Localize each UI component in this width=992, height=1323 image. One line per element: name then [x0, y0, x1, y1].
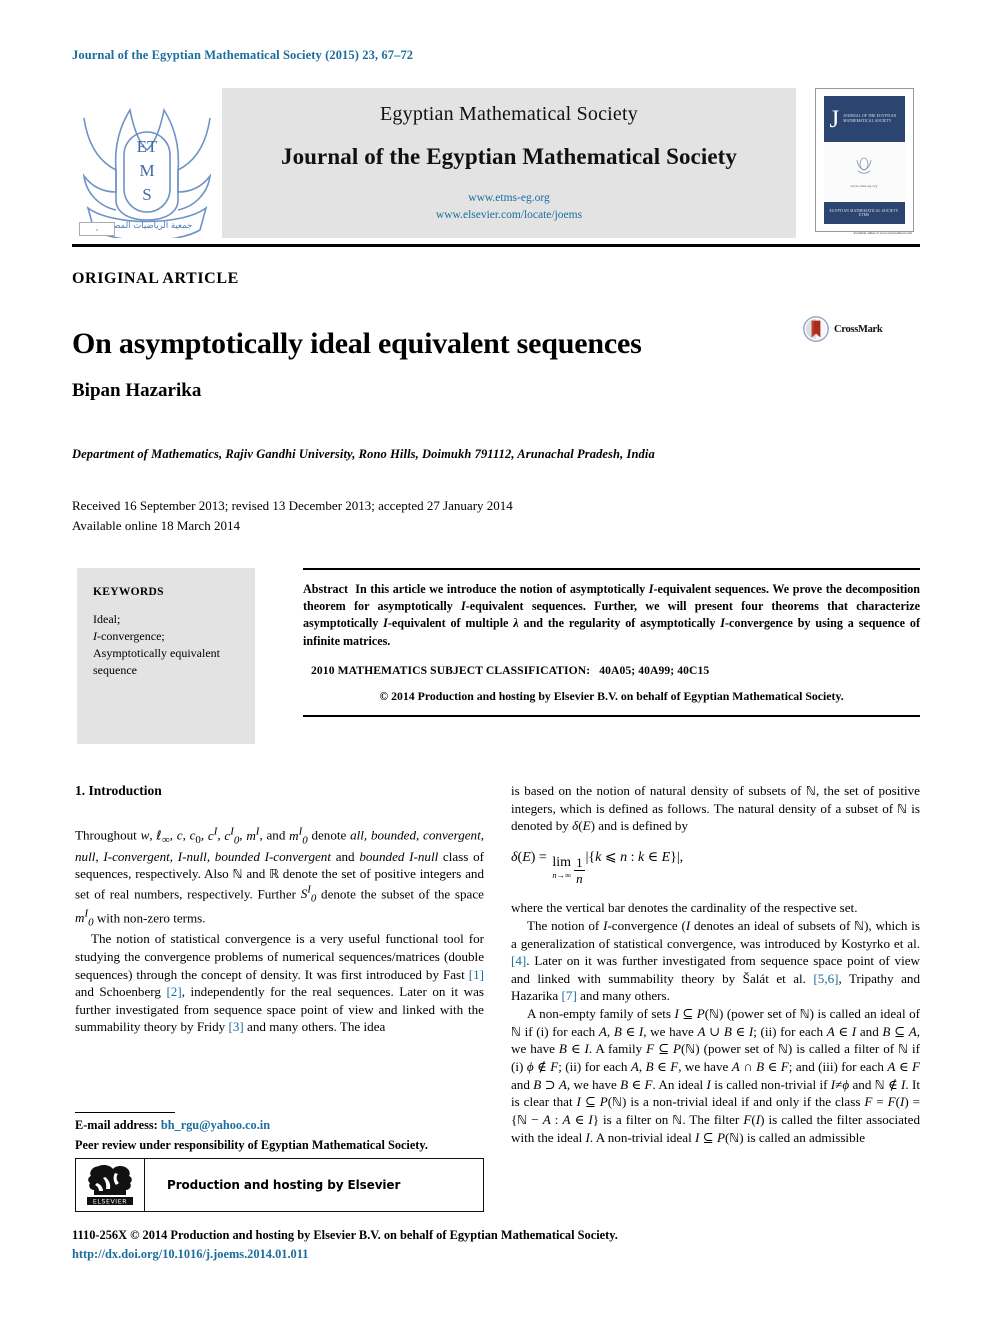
- crossmark-label: CrossMark: [834, 323, 883, 335]
- email-link[interactable]: bh_rgu@yahoo.co.in: [161, 1118, 270, 1132]
- keywords-list: Ideal; I-convergence; Asymptotically equ…: [93, 611, 239, 679]
- paragraph-right-4: A non-empty family of sets I ⊆ P(ℕ) (pow…: [511, 1005, 921, 1145]
- masthead-center: Egyptian Mathematical Society Journal of…: [222, 88, 796, 238]
- masthead-rule: [72, 244, 920, 247]
- author-name: Bipan Hazarika: [72, 380, 202, 401]
- cover-emblem-icon: [856, 157, 872, 174]
- etms-tulip-logo-icon: ET M S جمعية الرياضيات المصرية: [82, 107, 212, 238]
- article-dates: Received 16 September 2013; revised 13 D…: [72, 496, 513, 536]
- journal-cover-thumbnail: J JOURNAL OF THE EGYPTIAN MATHEMATICAL S…: [79, 88, 914, 236]
- issn-copyright-line: 1110-256X © 2014 Production and hosting …: [72, 1228, 618, 1242]
- citation-link[interactable]: [5,6]: [813, 971, 838, 986]
- keyword-item: I-convergence;: [93, 628, 239, 645]
- msc-codes: 40A05; 40A99; 40C15: [599, 663, 710, 677]
- received-line: Received 16 September 2013; revised 13 D…: [72, 498, 513, 513]
- cover-footer: ≡ Available online at www.sciencedirect.…: [79, 222, 912, 236]
- body-column-left: 1. Introduction Throughout w, ℓ∞, c, c0,…: [75, 782, 484, 1036]
- citation-link[interactable]: [1]: [469, 967, 484, 982]
- paragraph-right-1: is based on the notion of natural densit…: [511, 783, 920, 834]
- elsevier-hosting-label: Production and hosting by Elsevier: [167, 1178, 401, 1192]
- citation-link[interactable]: [7]: [562, 988, 577, 1003]
- abstract-label: Abstract: [303, 582, 349, 596]
- society-url[interactable]: www.etms-eg.org: [436, 190, 582, 207]
- journal-masthead: ET M S جمعية الرياضيات المصرية Egyptian …: [72, 88, 920, 238]
- cover-band-text2: ETMS: [858, 213, 870, 218]
- cover-top: J JOURNAL OF THE EGYPTIAN MATHEMATICAL S…: [824, 96, 905, 142]
- abstract-block: Abstract In this article we introduce th…: [303, 568, 920, 717]
- society-name: Egyptian Mathematical Society: [380, 102, 638, 125]
- footnote-email: E-mail address: bh_rgu@yahoo.co.in: [75, 1118, 270, 1133]
- cover-title-lines: JOURNAL OF THE EGYPTIAN MATHEMATICAL SOC…: [843, 113, 897, 124]
- keyword-item: Asymptotically equivalent: [93, 646, 220, 661]
- journal-title: Journal of the Egyptian Mathematical Soc…: [280, 143, 738, 169]
- abstract-copyright: © 2014 Production and hosting by Elsevie…: [379, 688, 844, 703]
- citation-link[interactable]: [2]: [166, 984, 181, 999]
- elsevier-tree-icon: ELSEVIER: [87, 1165, 133, 1206]
- section-heading-introduction: 1. Introduction: [75, 783, 162, 798]
- msc-line: 2010 MATHEMATICS SUBJECT CLASSIFICATION:…: [303, 650, 920, 677]
- keywords-heading: KEYWORDS: [93, 586, 164, 598]
- abstract-body: Abstract In this article we introduce th…: [303, 570, 920, 650]
- keyword-item: sequence: [93, 663, 137, 678]
- author-affiliation: Department of Mathematics, Rajiv Gandhi …: [72, 447, 655, 461]
- svg-text:S: S: [142, 185, 151, 204]
- elsevier-logo-cell: ELSEVIER: [76, 1159, 145, 1211]
- crossmark-badge[interactable]: CrossMark: [803, 316, 883, 342]
- article-type: ORIGINAL ARTICLE: [72, 270, 239, 287]
- keywords-panel: KEYWORDS Ideal; I-convergence; Asymptoti…: [77, 568, 255, 744]
- citation-link[interactable]: [3]: [228, 1019, 243, 1034]
- body-column-right: is based on the notion of natural densit…: [511, 782, 920, 1146]
- crossmark-icon[interactable]: [803, 316, 829, 342]
- email-label: E-mail address:: [75, 1118, 158, 1132]
- cover-foot-box-glyph: ≡: [95, 226, 99, 232]
- cover-subtitle: www.etms-eg.org: [850, 184, 878, 189]
- abstract-rule-bottom: [303, 714, 920, 717]
- footnote-rule: [75, 1112, 175, 1113]
- svg-text:M: M: [139, 161, 154, 180]
- cover-initial: J: [829, 105, 840, 133]
- equation-natural-density: δ(E) = lim n→∞ 1 n |{k ⩽ n : k ∈ E}|,: [511, 849, 684, 887]
- svg-text:ET: ET: [137, 137, 158, 156]
- paragraph-right-2: where the vertical bar denotes the cardi…: [511, 900, 858, 916]
- citation-link[interactable]: [4]: [511, 953, 526, 968]
- page-title: On asymptotically ideal equivalent seque…: [72, 327, 642, 361]
- cover-band: EGYPTIAN MATHEMATICAL SOCIETY ETMS: [824, 202, 905, 224]
- paragraph-left-1: Throughout w, ℓ∞, c, c0, cI, cI0, mI, an…: [75, 825, 485, 929]
- elsevier-url[interactable]: www.elsevier.com/locate/joems: [436, 207, 582, 224]
- society-logo: ET M S جمعية الرياضيات المصرية: [72, 88, 222, 238]
- cover-middle: www.etms-eg.org: [823, 142, 905, 203]
- journal-cover-wrap: J JOURNAL OF THE EGYPTIAN MATHEMATICAL S…: [79, 88, 920, 238]
- paper-page: Journal of the Egyptian Mathematical Soc…: [0, 0, 992, 1323]
- available-online-line: Available online 18 March 2014: [72, 518, 240, 534]
- running-head: Journal of the Egyptian Mathematical Soc…: [72, 48, 414, 62]
- journal-urls: www.etms-eg.org www.elsevier.com/locate/…: [436, 190, 582, 223]
- paragraph-left-2: The notion of statistical convergence is…: [75, 931, 484, 1035]
- paragraph-right-3: The notion of I-convergence (I denotes a…: [511, 917, 920, 1004]
- footnote-peer-review: Peer review under responsibility of Egyp…: [75, 1138, 428, 1152]
- cover-foot-box: ≡: [79, 222, 115, 236]
- abstract-text: In this article we introduce the notion …: [303, 582, 920, 648]
- elsevier-wordmark: ELSEVIER: [93, 1199, 127, 1206]
- elsevier-hosting-box: ELSEVIER Production and hosting by Elsev…: [75, 1158, 484, 1212]
- msc-label: 2010 MATHEMATICS SUBJECT CLASSIFICATION:: [311, 663, 591, 677]
- keyword-item-rest: -convergence;: [97, 629, 165, 644]
- cover-inner: J JOURNAL OF THE EGYPTIAN MATHEMATICAL S…: [823, 96, 905, 224]
- cover-foot-text: Available online at www.sciencedirect.co…: [853, 231, 912, 236]
- doi-link[interactable]: http://dx.doi.org/10.1016/j.joems.2014.0…: [72, 1247, 308, 1262]
- keyword-item: Ideal;: [93, 612, 121, 626]
